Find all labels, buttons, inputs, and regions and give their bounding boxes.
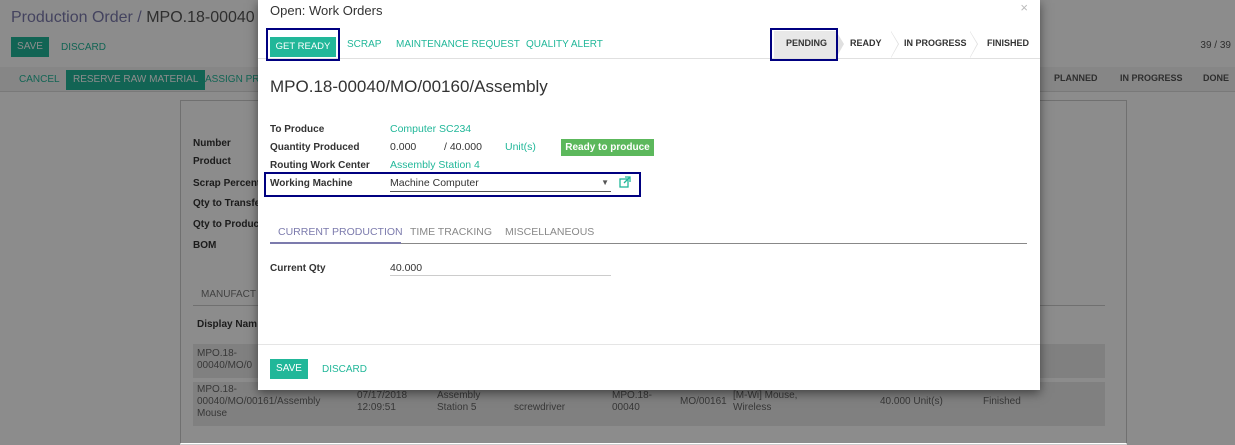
discard-button[interactable]: DISCARD [322, 364, 367, 375]
ready-to-produce-badge: Ready to produce [561, 139, 654, 156]
dialog-header: Open: Work Orders × [258, 0, 1040, 32]
qty-unit-link[interactable]: Unit(s) [505, 141, 536, 153]
tab-miscellaneous[interactable]: MISCELLANEOUS [505, 226, 594, 238]
current-qty-input[interactable]: 40.000 [390, 261, 611, 276]
chevron-separator-inner [970, 32, 977, 57]
notebook-tabs: CURRENT PRODUCTION TIME TRACKING MISCELL… [270, 219, 1027, 244]
routing-label: Routing Work Center [270, 160, 370, 171]
save-button[interactable]: SAVE [270, 359, 308, 379]
to-produce-link[interactable]: Computer SC234 [390, 123, 471, 135]
current-qty-value: 40.000 [390, 262, 423, 274]
quality-alert-button[interactable]: QUALITY ALERT [526, 39, 603, 50]
tab-time-tracking[interactable]: TIME TRACKING [410, 226, 492, 238]
chevron-separator-inner [891, 32, 898, 57]
qty-total: / 40.000 [444, 141, 482, 153]
highlight-box-working-machine [264, 172, 641, 197]
qty-produced-value[interactable]: 0.000 [390, 141, 416, 153]
qty-produced-label: Quantity Produced [270, 142, 360, 153]
work-order-dialog: Open: Work Orders × GET READY SCRAP MAIN… [258, 0, 1040, 390]
stage-in-progress[interactable]: IN PROGRESS [904, 38, 967, 48]
tab-current-production[interactable]: CURRENT PRODUCTION [278, 226, 403, 238]
routing-link[interactable]: Assembly Station 4 [390, 159, 480, 171]
current-qty-label: Current Qty [270, 263, 326, 274]
scrap-button[interactable]: SCRAP [347, 39, 381, 50]
close-icon[interactable]: × [1020, 0, 1028, 15]
dialog-footer: SAVE DISCARD [258, 344, 1040, 391]
dialog-title: Open: Work Orders [270, 3, 383, 18]
highlight-box-pending [770, 28, 838, 61]
highlight-box-get-ready [266, 28, 340, 61]
maintenance-request-button[interactable]: MAINTENANCE REQUEST [396, 39, 520, 50]
stage-ready[interactable]: READY [850, 38, 882, 48]
active-tab-indicator [270, 242, 401, 244]
work-order-name: MPO.18-00040/MO/00160/Assembly [270, 77, 548, 96]
to-produce-label: To Produce [270, 124, 325, 135]
stage-finished[interactable]: FINISHED [987, 38, 1029, 48]
